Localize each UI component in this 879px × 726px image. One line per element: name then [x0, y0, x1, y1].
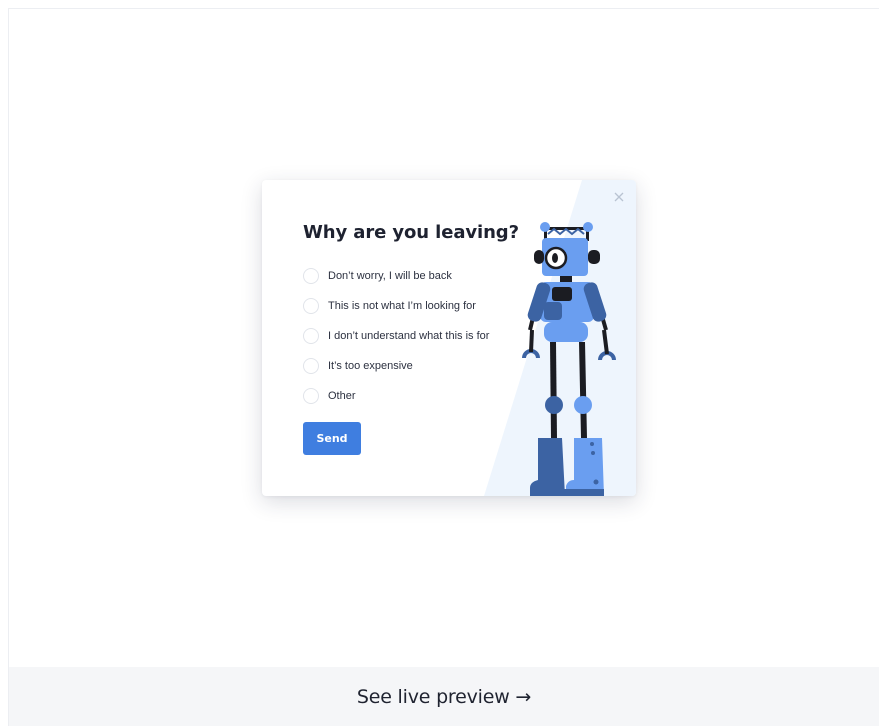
- option-back-later[interactable]: Don’t worry, I will be back: [303, 261, 489, 291]
- preview-footer: See live preview →: [9, 667, 879, 726]
- preview-canvas: Why are you leaving? Don’t worry, I will…: [9, 9, 879, 667]
- option-other[interactable]: Other: [303, 381, 489, 411]
- option-too-expensive[interactable]: It’s too expensive: [303, 351, 489, 381]
- close-icon[interactable]: [612, 190, 626, 204]
- option-label: Other: [328, 390, 356, 402]
- radio-button[interactable]: [303, 388, 319, 404]
- option-label: I don’t understand what this is for: [328, 330, 490, 342]
- send-button[interactable]: Send: [303, 422, 361, 455]
- option-not-looking-for[interactable]: This is not what I’m looking for: [303, 291, 489, 321]
- radio-button[interactable]: [303, 358, 319, 374]
- option-label: Don’t worry, I will be back: [328, 270, 452, 282]
- radio-button[interactable]: [303, 298, 319, 314]
- reason-options: Don’t worry, I will be back This is not …: [303, 261, 489, 411]
- option-dont-understand[interactable]: I don’t understand what this is for: [303, 321, 489, 351]
- exit-survey-popup: Why are you leaving? Don’t worry, I will…: [262, 180, 636, 496]
- see-live-preview-link[interactable]: See live preview →: [357, 686, 531, 708]
- option-label: This is not what I’m looking for: [328, 300, 476, 312]
- popup-title: Why are you leaving?: [303, 222, 519, 243]
- preview-frame: Why are you leaving? Don’t worry, I will…: [8, 8, 879, 726]
- radio-button[interactable]: [303, 328, 319, 344]
- option-label: It’s too expensive: [328, 360, 413, 372]
- radio-button[interactable]: [303, 268, 319, 284]
